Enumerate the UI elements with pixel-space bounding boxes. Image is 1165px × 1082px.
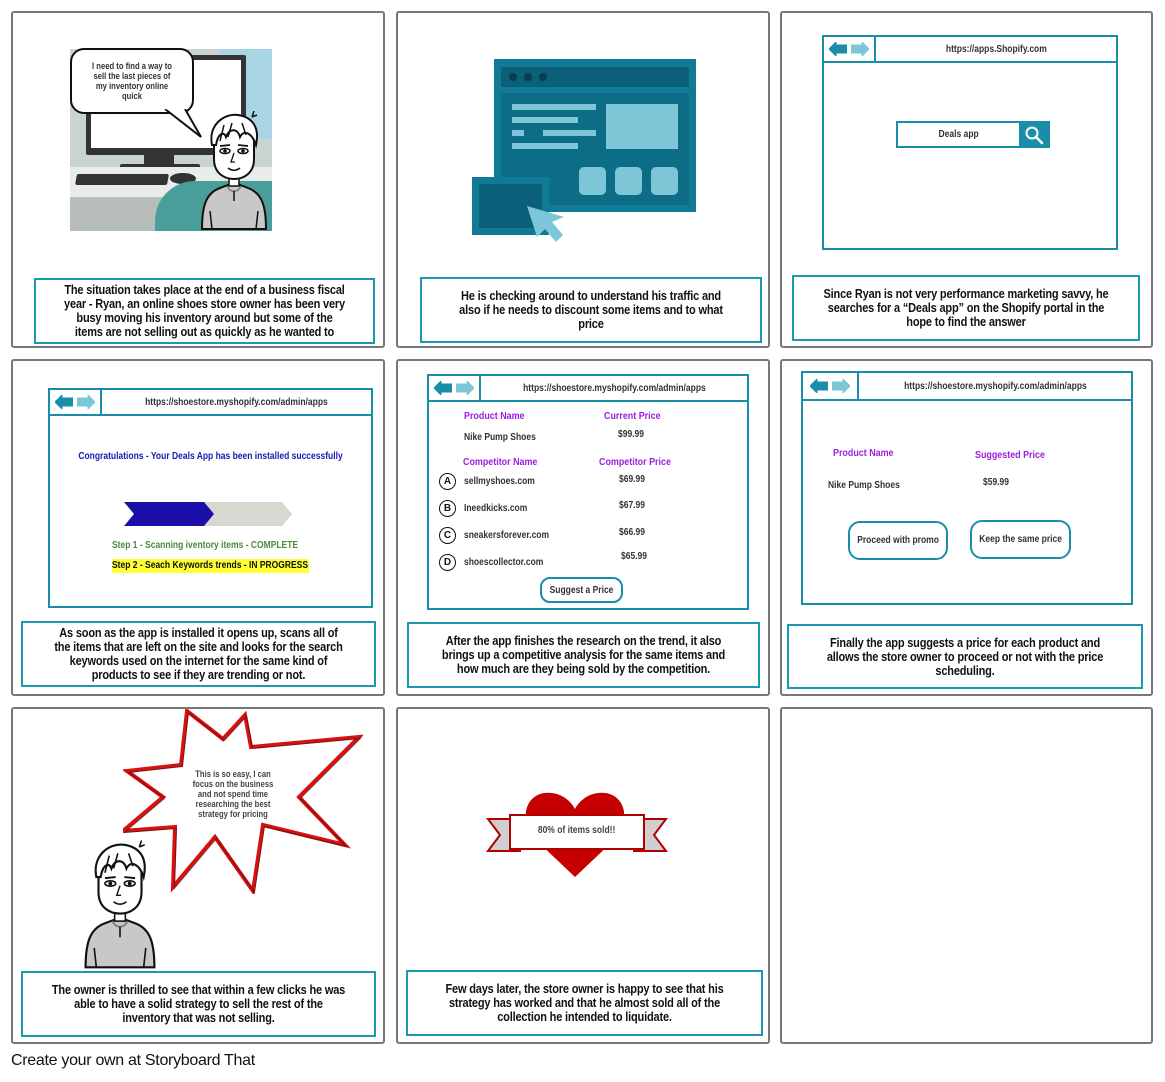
competitor-name: Ineedkicks.com <box>464 503 528 514</box>
step-1-status: Step 1 - Scanning iventory items - COMPL… <box>112 540 299 551</box>
proceed-with-promo-button[interactable]: Proceed with promo <box>848 521 948 560</box>
browser-window: https://shoestore.myshopify.com/admin/ap… <box>48 388 373 608</box>
speech-burst-text: This is so easy, I can focus on the busi… <box>192 769 274 819</box>
caption-6: Finally the app suggests a price for eac… <box>787 624 1143 689</box>
man-figure <box>194 111 272 231</box>
url-text: https://shoestore.myshopify.com/admin/ap… <box>145 396 328 408</box>
back-arrow-icon[interactable] <box>55 395 73 409</box>
caption-1: The situation takes place at the end of … <box>34 278 375 344</box>
address-bar[interactable]: https://shoestore.myshopify.com/admin/ap… <box>859 373 1131 399</box>
suggested-price-header: Suggested Price <box>975 449 1045 461</box>
storyboard-that-credit[interactable]: Create your own at Storyboard That <box>11 1052 255 1070</box>
search-icon <box>1025 126 1043 144</box>
letter-badge: A <box>439 473 456 490</box>
back-arrow-icon[interactable] <box>810 379 828 393</box>
caption-5: After the app finishes the research on t… <box>407 622 760 688</box>
website-traffic-illustration <box>472 59 696 242</box>
forward-arrow-icon[interactable] <box>77 395 95 409</box>
url-text: https://shoestore.myshopify.com/admin/ap… <box>522 382 706 394</box>
current-price-header: Current Price <box>604 410 661 422</box>
back-arrow-icon[interactable] <box>434 381 452 395</box>
speech-text: I need to find a way to sell the last pi… <box>92 61 172 101</box>
competitor-name-header: Competitor Name <box>463 456 538 468</box>
caption-7: The owner is thrilled to see that within… <box>21 971 376 1037</box>
suggest-price-button[interactable]: Suggest a Price <box>540 577 623 603</box>
nav-buttons <box>429 376 481 400</box>
panel-8: 80% of items sold!! Few days later, the … <box>396 707 770 1044</box>
browser-window: https://shoestore.myshopify.com/admin/ap… <box>427 374 749 610</box>
forward-arrow-icon[interactable] <box>456 381 474 395</box>
progress-step-2-chevron <box>202 502 292 526</box>
address-bar[interactable]: https://shoestore.myshopify.com/admin/ap… <box>481 376 747 400</box>
competitor-name: shoescollector.com <box>464 557 544 568</box>
panel-4: https://shoestore.myshopify.com/admin/ap… <box>11 359 385 696</box>
current-price: $99.99 <box>618 429 645 440</box>
man-figure <box>77 839 163 971</box>
keyboard-icon <box>75 174 169 185</box>
product-name: Nike Pump Shoes <box>464 432 536 443</box>
panel-6: https://shoestore.myshopify.com/admin/ap… <box>780 359 1153 696</box>
suggested-price: $59.99 <box>983 477 1010 488</box>
step-2-text: Step 2 - Seach Keywords trends - IN PROG… <box>112 560 309 571</box>
url-text: https://shoestore.myshopify.com/admin/ap… <box>903 380 1087 392</box>
search-bar[interactable]: Deals app <box>896 121 1050 148</box>
competitor-price: $67.99 <box>619 500 646 511</box>
caption-2: He is checking around to understand his … <box>420 277 762 343</box>
competitor-price: $66.99 <box>619 527 646 538</box>
competitor-name: sneakersforever.com <box>464 530 550 541</box>
speech-tail <box>164 109 202 138</box>
nav-buttons <box>50 390 102 414</box>
panel-5: https://shoestore.myshopify.com/admin/ap… <box>396 359 770 696</box>
competitor-name: sellmyshoes.com <box>464 476 535 487</box>
product-name: Nike Pump Shoes <box>828 480 900 491</box>
competitor-price-header: Competitor Price <box>599 456 671 468</box>
search-input[interactable]: Deals app <box>898 123 1019 146</box>
letter-badge: C <box>439 527 456 544</box>
search-button[interactable] <box>1019 123 1048 146</box>
address-bar[interactable]: https://apps.Shopify.com <box>876 37 1116 61</box>
progress-step-1-chevron <box>124 502 214 526</box>
browser-bar: https://shoestore.myshopify.com/admin/ap… <box>429 376 747 402</box>
speech-bubble: I need to find a way to sell the last pi… <box>70 48 194 114</box>
product-name-header: Product Name <box>833 447 894 459</box>
url-text: https://apps.Shopify.com <box>945 43 1047 55</box>
back-arrow-icon[interactable] <box>829 42 847 56</box>
install-success-message: Congratulations - Your Deals App has bee… <box>78 451 343 462</box>
panel-2: He is checking around to understand his … <box>396 11 770 348</box>
browser-bar: https://shoestore.myshopify.com/admin/ap… <box>50 390 371 416</box>
progress-chevrons <box>124 502 292 526</box>
nav-buttons <box>803 373 859 399</box>
caption-3: Since Ryan is not very performance marke… <box>792 275 1140 341</box>
keep-same-price-button[interactable]: Keep the same price <box>970 520 1071 559</box>
letter-badge: D <box>439 554 456 571</box>
letter-badge: B <box>439 500 456 517</box>
caption-8: Few days later, the store owner is happy… <box>406 970 763 1036</box>
forward-arrow-icon[interactable] <box>832 379 850 393</box>
panel-9-blank <box>780 707 1153 1044</box>
panel-3: https://apps.Shopify.com Deals app Since… <box>780 11 1153 348</box>
forward-arrow-icon[interactable] <box>851 42 869 56</box>
browser-bar: https://apps.Shopify.com <box>824 37 1116 63</box>
caption-4: As soon as the app is installed it opens… <box>21 621 376 687</box>
address-bar[interactable]: https://shoestore.myshopify.com/admin/ap… <box>102 390 371 414</box>
browser-window: https://apps.Shopify.com Deals app <box>822 35 1118 250</box>
competitor-price: $65.99 <box>621 551 648 562</box>
browser-bar: https://shoestore.myshopify.com/admin/ap… <box>803 373 1131 401</box>
panel-1: I need to find a way to sell the last pi… <box>11 11 385 348</box>
panel-7: This is so easy, I can focus on the busi… <box>11 707 385 1044</box>
items-sold-banner-text: 80% of items sold!! <box>538 825 616 836</box>
competitor-price: $69.99 <box>619 474 646 485</box>
browser-window: https://shoestore.myshopify.com/admin/ap… <box>801 371 1133 605</box>
nav-buttons <box>824 37 876 61</box>
product-name-header: Product Name <box>464 410 525 422</box>
